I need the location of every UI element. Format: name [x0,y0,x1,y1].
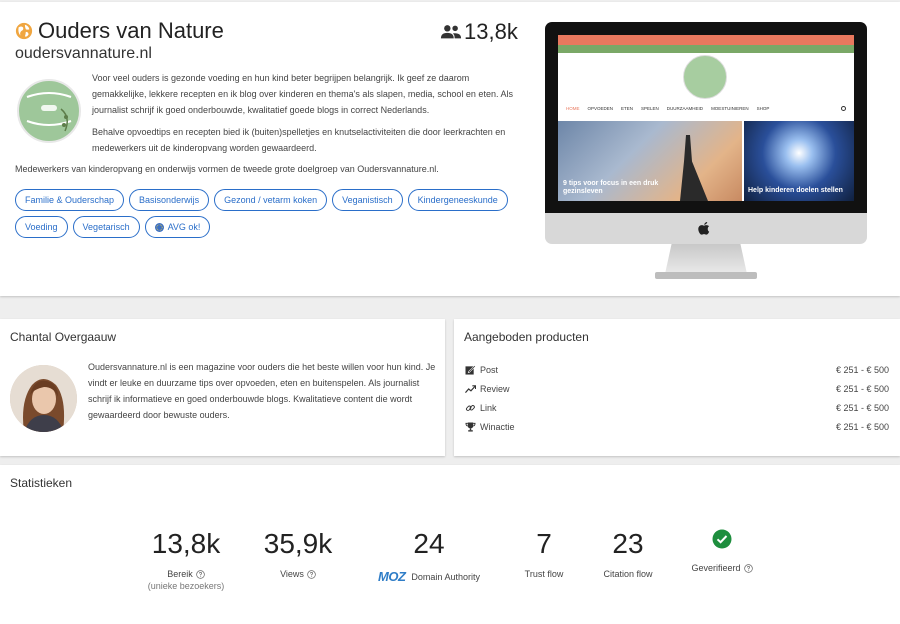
site-description: Voor veel ouders is gezonde voeding en h… [92,73,513,115]
tag-avg[interactable]: AVG ok! [144,216,211,238]
preview-nav-item: MOESTUINIEREN [711,105,749,111]
author-name: Chantal Overgaauw [10,330,117,344]
product-label: Review [480,383,510,394]
stat-tf-label: Trust flow [524,569,564,579]
preview-article-title: 9 tips voor focus in een druk gezinsleve… [563,180,659,195]
stat-cf-value: 23 [612,528,644,559]
stat-verified: Geverifieerd [672,523,772,573]
tag-avg-label: AVG ok! [167,222,201,232]
product-label: Post [480,364,499,375]
stat-da-label-row: MOZ Domain Authority [364,569,494,584]
globe-icon [15,22,33,40]
preview-search-icon [841,105,846,111]
site-preview-imac: HOME OPVOEDEN ETEN SPELEN DUURZAAMHEID M… [545,22,867,280]
imac-foot [655,272,757,279]
stat-cf-label: Citation flow [603,569,653,579]
apple-icon [698,221,710,235]
tag-list: Familie & Ouderschap Basisonderwijs Gezo… [15,189,525,238]
stat-views-value: 35,9k [263,528,333,559]
moz-logo: MOZ [378,569,406,584]
preview-nav-item: SHOP [756,105,770,111]
stat-views-label-row: Views [248,569,348,579]
product-list: Post € 251 - € 500 Review € 251 - € 500 … [465,360,889,436]
stats-card: Statistieken 13,8k Bereik (unieke bezoek… [0,465,900,624]
preview-logo [683,55,727,99]
product-row-post[interactable]: Post € 251 - € 500 [465,360,889,379]
tag-gezond-koken[interactable]: Gezond / vetarm koken [214,189,328,211]
stat-da-value: 24 [413,528,445,559]
site-card: Ouders van Nature oudersvannature.nl 13,… [0,2,900,296]
check-circle-icon [712,529,732,549]
help-icon[interactable] [196,569,205,579]
product-price: € 251 - € 500 [835,402,889,413]
preview-topbar [558,35,854,45]
stat-da-label: Domain Authority [411,571,480,582]
stat-views-label: Views [280,569,304,579]
eu-flag-icon [154,222,164,232]
reach-summary: 13,8k [440,19,518,45]
avatar [10,365,77,432]
stat-reach-label: Bereik [167,569,193,579]
author-bio: Oudersvannature.nl is een magazine voor … [88,362,436,420]
product-label: Winactie [480,421,515,432]
products-title: Aangeboden producten [464,330,589,344]
stat-reach-value: 13,8k [151,528,221,559]
site-logo [17,79,81,143]
product-price: € 251 - € 500 [835,421,889,432]
reach-value: 13,8k [464,19,518,44]
preview-nav-item: ETEN [621,105,634,111]
preview-article-title: Help kinderen doelen stellen [748,187,843,194]
tag-veganistisch[interactable]: Veganistisch [332,189,403,211]
tag-kindergeneeskunde[interactable]: Kindergeneeskunde [407,189,508,211]
tag-vegetarisch[interactable]: Vegetarisch [72,216,140,238]
tag-familie-ouderschap[interactable]: Familie & Ouderschap [15,189,125,211]
tag-basisonderwijs[interactable]: Basisonderwijs [129,189,210,211]
site-domain[interactable]: oudersvannature.nl [15,45,152,63]
site-title-row: Ouders van Nature [15,18,224,44]
help-icon[interactable] [743,563,753,573]
stat-reach-sublabel: (unieke bezoekers) [147,581,225,591]
preview-nav-item: DUURZAAMHEID [666,105,704,111]
preview-nav-item: HOME [566,105,580,111]
product-row-link[interactable]: Link € 251 - € 500 [465,398,889,417]
product-label: Link [480,402,497,413]
stat-trust-flow: 7 Trust flow [504,528,584,580]
product-price: € 251 - € 500 [835,383,889,394]
post-icon [465,364,476,375]
preview-nav-item: OPVOEDEN [587,105,614,111]
site-description: Medewerkers van kinderopvang en onderwij… [15,164,439,174]
trophy-icon [465,421,476,432]
stat-citation-flow: 23 Citation flow [588,528,668,580]
imac-stand [665,244,747,274]
site-description: Behalve opvoedtips en recepten bied ik (… [92,127,506,153]
people-icon [440,25,462,39]
stat-tf-value: 7 [536,528,552,559]
stat-verified-label-row: Geverifieerd [672,563,772,573]
preview-screen: HOME OPVOEDEN ETEN SPELEN DUURZAAMHEID M… [558,35,854,201]
product-row-review[interactable]: Review € 251 - € 500 [465,379,889,398]
preview-nav: HOME OPVOEDEN ETEN SPELEN DUURZAAMHEID M… [566,104,846,112]
stat-views: 35,9k Views [248,528,348,580]
stats-title: Statistieken [10,476,73,490]
author-card: Chantal Overgaauw Oudersvannature.nl is … [0,319,445,456]
product-row-winactie[interactable]: Winactie € 251 - € 500 [465,417,889,436]
help-icon[interactable] [307,569,316,579]
stat-reach: 13,8k Bereik (unieke bezoekers) [136,528,236,592]
link-icon [466,404,475,411]
site-title: Ouders van Nature [38,18,224,43]
preview-nav-item: SPELEN [641,105,659,111]
stat-reach-label-row: Bereik [136,569,236,579]
preview-subbar [558,45,854,53]
stat-domain-authority: 24 MOZ Domain Authority [364,528,494,585]
product-price: € 251 - € 500 [835,364,889,375]
tag-voeding[interactable]: Voeding [15,216,68,238]
products-card: Aangeboden producten Post € 251 - € 500 … [454,319,900,456]
stat-verified-label: Geverifieerd [691,563,741,573]
trend-icon [465,384,476,393]
